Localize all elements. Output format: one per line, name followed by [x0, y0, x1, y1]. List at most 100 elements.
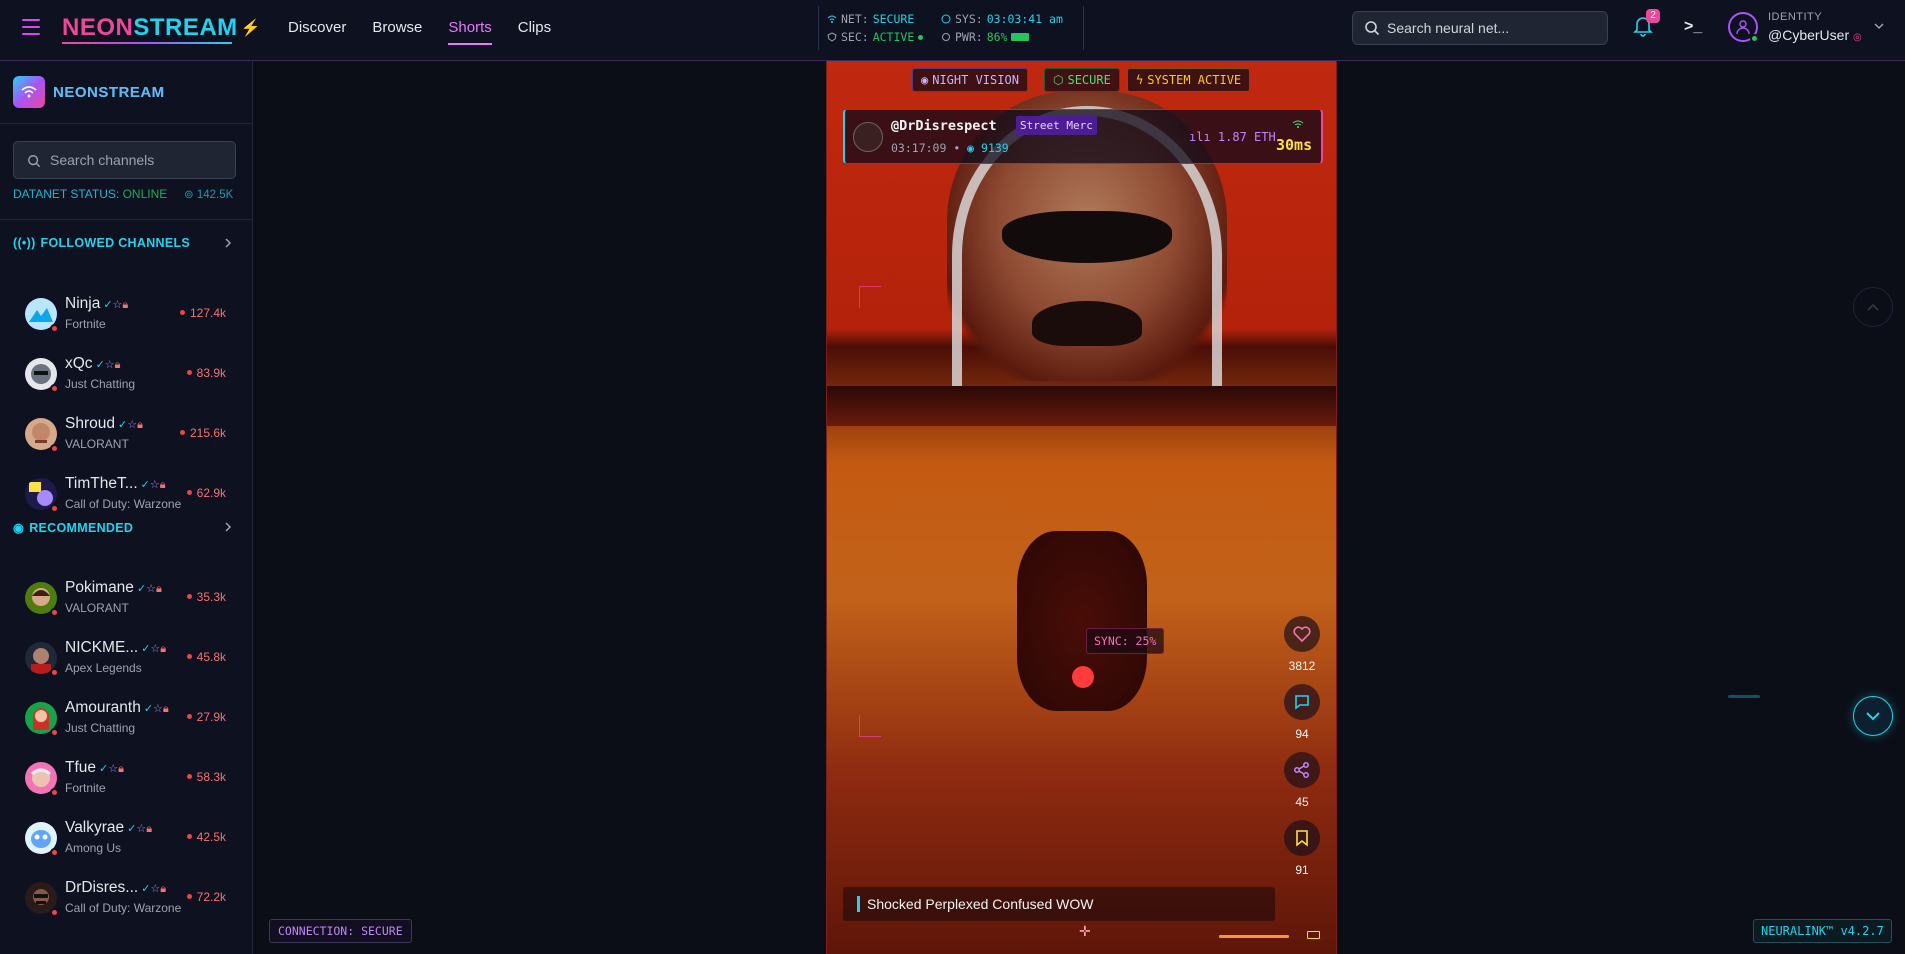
viewer-count: 215.6k — [180, 426, 226, 440]
viewer-count: 27.9k — [187, 710, 226, 724]
version-badge: NEURALINK™ v4.2.7 — [1753, 919, 1892, 943]
secure-tag: ⬡ SECURE — [1044, 68, 1120, 92]
chevron-right-icon[interactable] — [223, 237, 233, 249]
night-vision-label: NIGHT VISION — [932, 73, 1019, 87]
save-button[interactable] — [1284, 820, 1320, 856]
stream-uptime: 03:17:09 — [891, 141, 947, 155]
save-count: 91 — [1295, 863, 1309, 877]
channel-name-row: Ninja ✓☆🔒︎ — [65, 295, 128, 313]
live-indicator — [50, 504, 59, 513]
eye-icon: ◉ — [13, 521, 25, 535]
channel-name: Shroud — [65, 415, 115, 432]
stream-viewers: 9139 — [981, 141, 1009, 155]
net-status: NET: SECURE — [827, 12, 914, 26]
streamer-avatar[interactable] — [853, 122, 883, 152]
heart-icon — [1293, 626, 1311, 642]
video-caption: Shocked Perplexed Confused WOW — [843, 887, 1275, 921]
channel-item[interactable]: NICKME... ✓☆🔒︎ Apex Legends 45.8k — [0, 631, 253, 687]
net-value: SECURE — [872, 12, 915, 26]
channel-item[interactable]: Tfue ✓☆🔒︎ Fortnite 58.3k — [0, 751, 253, 807]
identity-label: IDENTITY — [1768, 11, 1823, 23]
night-vision-tag[interactable]: ◉ NIGHT VISION — [912, 68, 1028, 92]
sync-indicator: SYNC: 25% — [1086, 628, 1165, 654]
video-desk — [827, 386, 1336, 426]
save-action[interactable]: 91 — [1284, 820, 1320, 877]
channel-game: Among Us — [65, 841, 122, 855]
live-indicator — [50, 908, 59, 917]
terminal-icon[interactable]: >_ — [1684, 18, 1702, 36]
app-logo[interactable]: NEON STREAM ⚡ — [62, 14, 261, 42]
nav-clips[interactable]: Clips — [518, 19, 551, 36]
power-bar — [1011, 33, 1030, 41]
channel-game: Call of Duty: Warzone — [65, 901, 182, 915]
top-navbar: NEON STREAM ⚡ Discover Browse Shorts Clips… — [0, 0, 1905, 61]
hamburger-menu-icon[interactable] — [22, 19, 40, 35]
like-button[interactable] — [1284, 616, 1320, 652]
nav-browse[interactable]: Browse — [372, 19, 422, 36]
previous-video-button[interactable] — [1853, 287, 1893, 327]
short-video-player[interactable]: ◉ NIGHT VISION ⬡ SECURE ϟ SYSTEM ACTIVE @Dr… — [826, 61, 1337, 954]
crosshair-icon: ✛ — [1079, 923, 1091, 939]
channel-item[interactable]: Amouranth ✓☆🔒︎ Just Chatting 27.9k — [0, 691, 253, 747]
channel-badge-icons: ✓☆🔒︎ — [99, 763, 124, 775]
channel-item[interactable]: xQc ✓☆🔒︎ Just Chatting 83.9k — [0, 347, 253, 403]
chevron-right-icon[interactable] — [223, 521, 233, 533]
main-nav: Discover Browse Shorts Clips — [288, 19, 551, 45]
comment-icon — [1295, 695, 1309, 710]
channel-badge-icons: ✓☆🔒︎ — [127, 823, 153, 835]
streamer-info-card[interactable]: @DrDisrespect Street Merc 03:17:09 • ◉ 9… — [843, 109, 1323, 164]
channel-name: DrDisres... — [65, 879, 139, 896]
share-action[interactable]: 45 — [1284, 752, 1320, 809]
channel-name-row: Valkyrae ✓☆🔒︎ — [65, 819, 152, 837]
channel-game: Apex Legends — [65, 661, 142, 675]
channel-item[interactable]: DrDisres... ✓☆🔒︎ Call of Duty: Warzone 72… — [0, 871, 253, 927]
channel-item[interactable]: Ninja ✓☆🔒︎ Fortnite 127.4k — [0, 287, 253, 343]
channel-search-input[interactable]: Search channels — [13, 141, 236, 179]
channel-item[interactable]: Shroud ✓☆🔒︎ VALORANT 215.6k — [0, 407, 253, 463]
net-label: NET: — [841, 12, 869, 26]
stream-meta: 03:17:09 • ◉ 9139 — [891, 141, 1009, 155]
video-progress-bar[interactable] — [1219, 935, 1289, 938]
channel-item[interactable]: TimTheT... ✓☆🔒︎ Call of Duty: Warzone 62.… — [0, 467, 253, 523]
progress-fill — [1219, 935, 1289, 938]
streamer-name[interactable]: @DrDisrespect — [891, 118, 997, 134]
nav-discover[interactable]: Discover — [288, 19, 346, 36]
header-search-input[interactable]: Search neural net... — [1352, 11, 1608, 45]
system-status-panel: NET: SECURE SYS: 03:03:41 am SEC: ACTIVE PW… — [818, 6, 1084, 50]
username-display[interactable]: @CyberUser ◎ — [1768, 27, 1862, 43]
chevron-down-icon — [1866, 712, 1880, 721]
sidebar-logo-icon — [13, 76, 45, 108]
comment-action[interactable]: 94 — [1284, 684, 1320, 741]
channel-badge-icons: ✓☆🔒︎ — [136, 583, 162, 595]
channel-name: Tfue — [65, 759, 97, 776]
recommended-header[interactable]: ◉ RECOMMENDED — [13, 520, 133, 536]
channel-item[interactable]: Valkyrae ✓☆🔒︎ Among Us 42.5k — [0, 811, 253, 867]
like-action[interactable]: 3812 — [1284, 616, 1320, 673]
sidebar: NEONSTREAM Search channels DATANET STATU… — [0, 61, 253, 954]
viewer-count: 45.8k — [187, 650, 226, 664]
next-video-button[interactable] — [1853, 696, 1893, 736]
followed-channels-header[interactable]: ((•)) FOLLOWED CHANNELS — [13, 236, 190, 250]
channel-badge-icons: ✓☆🔒︎ — [143, 703, 169, 715]
nav-shorts[interactable]: Shorts — [448, 19, 493, 45]
divider — [0, 219, 253, 220]
hud-corner — [859, 286, 881, 308]
chevron-down-icon[interactable] — [1873, 20, 1885, 32]
online-status-dot — [1750, 34, 1759, 43]
channel-item[interactable]: Pokimane ✓☆🔒︎ VALORANT 35.3k — [0, 571, 253, 627]
channel-game: Fortnite — [65, 317, 106, 331]
chevron-up-icon — [1867, 303, 1879, 311]
eye-icon: ◉ — [921, 73, 929, 87]
share-button[interactable] — [1284, 752, 1320, 788]
power-icon — [942, 33, 950, 41]
comment-button[interactable] — [1284, 684, 1320, 720]
radio-icon: ((•)) — [13, 236, 36, 250]
eth-value: ılı 1.87 ETH — [1189, 130, 1276, 144]
sec-label: SEC: — [841, 30, 869, 44]
channel-name-row: NICKME... ✓☆🔒︎ — [65, 639, 166, 657]
sys-time: 03:03:41 am — [986, 12, 1063, 26]
channel-badge-icons: ✓☆🔒︎ — [141, 643, 167, 655]
pwr-label: PWR: — [955, 30, 983, 44]
shield-icon: ⬡ — [1053, 73, 1064, 87]
sec-status: SEC: ACTIVE — [827, 30, 924, 44]
